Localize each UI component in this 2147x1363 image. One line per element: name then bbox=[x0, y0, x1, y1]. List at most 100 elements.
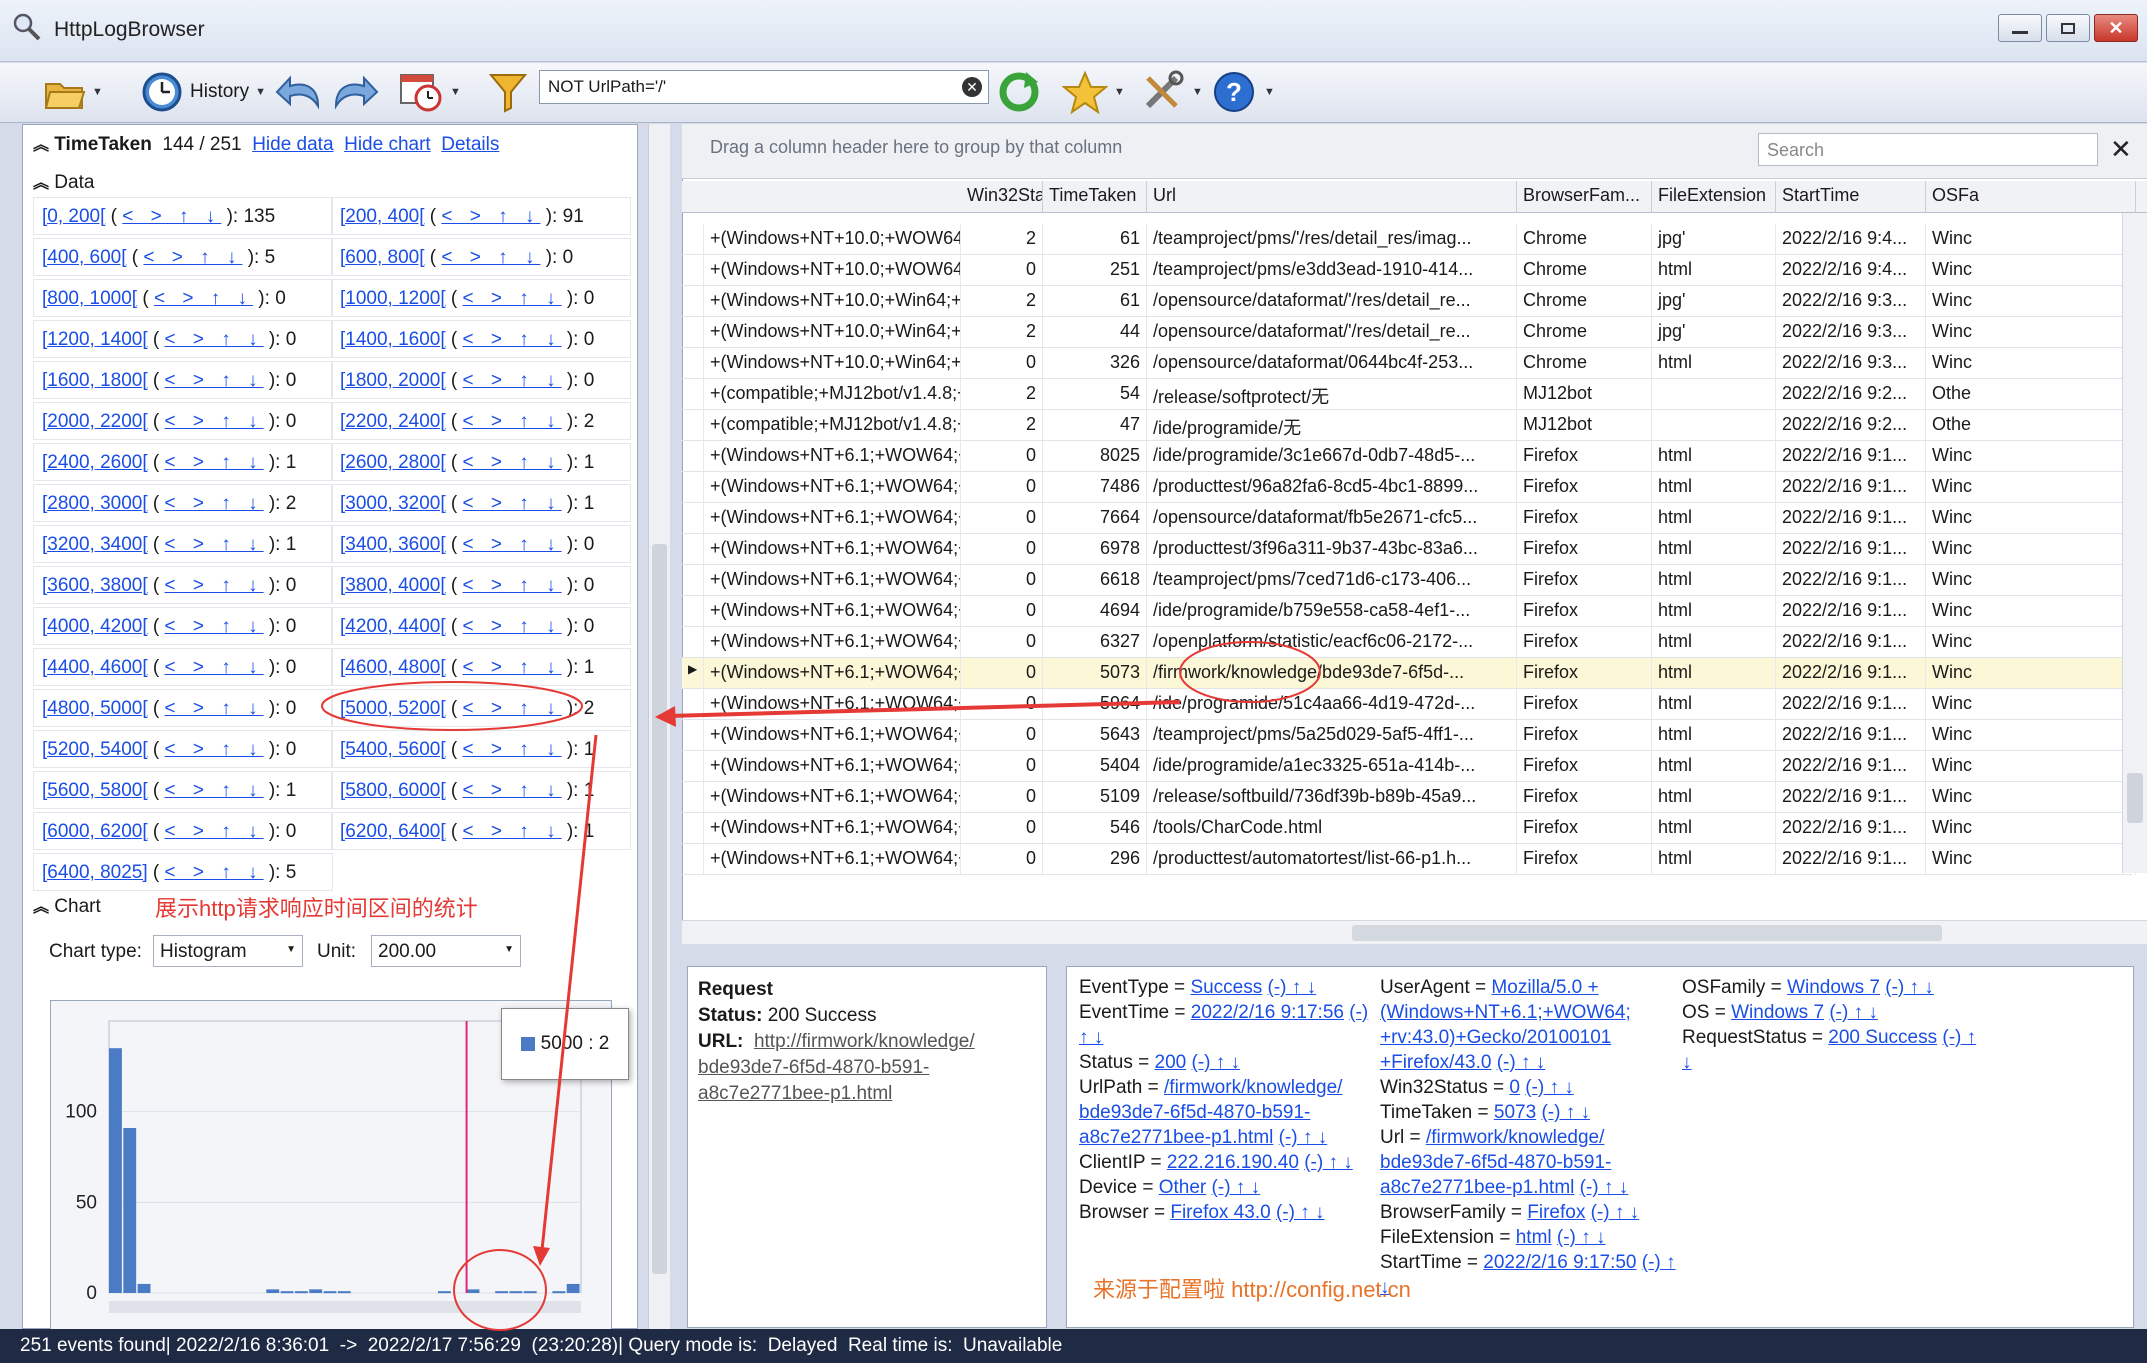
chart-type-select[interactable]: Histogram ▼ bbox=[153, 935, 303, 967]
property-nav-links[interactable]: (-) ↑ ↓ bbox=[1304, 1152, 1353, 1173]
histogram-bar[interactable] bbox=[109, 1048, 122, 1293]
table-row[interactable]: +(Windows+NT+10.0;+Win64;+x64)...244/ope… bbox=[682, 317, 2136, 348]
histogram-bar[interactable] bbox=[294, 1291, 308, 1294]
bin-range-link[interactable]: [6200, 6400[ bbox=[340, 821, 446, 842]
bin-nav-links[interactable]: < > ↑ ↓ bbox=[154, 288, 253, 309]
property-value-link[interactable]: 0 bbox=[1509, 1077, 1520, 1098]
bin-range-link[interactable]: [6400, 8025] bbox=[42, 862, 148, 883]
bin-nav-links[interactable]: < > ↑ ↓ bbox=[165, 452, 264, 473]
bin-nav-links[interactable]: < > ↑ ↓ bbox=[463, 411, 562, 432]
property-value-link[interactable]: 2022/2/16 9:17:50 bbox=[1483, 1252, 1636, 1273]
bin-nav-links[interactable]: < > ↑ ↓ bbox=[463, 493, 562, 514]
bin-nav-links[interactable]: < > ↑ ↓ bbox=[463, 657, 562, 678]
bin-nav-links[interactable]: < > ↑ ↓ bbox=[165, 862, 264, 883]
histogram-bar[interactable] bbox=[495, 1291, 509, 1294]
bin-range-link[interactable]: [6000, 6200[ bbox=[42, 821, 148, 842]
minimize-button[interactable] bbox=[1998, 14, 2042, 42]
hide-chart-link[interactable]: Hide chart bbox=[344, 134, 431, 155]
bin-nav-links[interactable]: < > ↑ ↓ bbox=[463, 616, 562, 637]
bin-range-link[interactable]: [3200, 3400[ bbox=[42, 534, 148, 555]
column-header[interactable]: BrowserFam... bbox=[1517, 181, 1652, 213]
close-window-button[interactable]: ✕ bbox=[2094, 14, 2138, 42]
data-section-header[interactable]: ︽ Data bbox=[33, 169, 94, 194]
scrollbar-thumb[interactable] bbox=[652, 544, 667, 1274]
histogram-bar[interactable] bbox=[323, 1291, 337, 1294]
table-row[interactable]: +(Windows+NT+6.1;+WOW64;+rv:43...06327/o… bbox=[682, 627, 2136, 658]
bin-range-link[interactable]: [4200, 4400[ bbox=[340, 616, 446, 637]
property-nav-links[interactable]: (-) ↑ ↓ bbox=[1497, 1052, 1546, 1073]
property-nav-links[interactable]: (-) ↑ ↓ bbox=[1268, 977, 1317, 998]
histogram-bar[interactable] bbox=[523, 1291, 537, 1294]
histogram-bar[interactable] bbox=[566, 1283, 580, 1293]
histogram-bar[interactable] bbox=[266, 1289, 280, 1293]
table-row[interactable]: +(Windows+NT+6.1;+WOW64;+rv:43...08025/i… bbox=[682, 441, 2136, 472]
histogram-bar[interactable] bbox=[437, 1291, 451, 1294]
bin-range-link[interactable]: [5000, 5200[ bbox=[340, 698, 446, 719]
grid-search-input[interactable]: Search bbox=[1758, 133, 2098, 166]
histogram-bar[interactable] bbox=[309, 1289, 323, 1293]
collapse-icon[interactable]: ︽ bbox=[33, 137, 49, 154]
bin-nav-links[interactable]: < > ↑ ↓ bbox=[463, 329, 562, 350]
property-value-link[interactable]: 200 Success bbox=[1828, 1027, 1937, 1048]
bin-nav-links[interactable]: < > ↑ ↓ bbox=[463, 288, 562, 309]
refresh-button[interactable] bbox=[996, 69, 1042, 115]
filter-button[interactable] bbox=[488, 69, 528, 115]
property-value-link[interactable]: Success bbox=[1190, 977, 1262, 998]
table-row[interactable]: +(Windows+NT+6.1;+WOW64;+rv:43...05643/t… bbox=[682, 720, 2136, 751]
bin-range-link[interactable]: [4800, 5000[ bbox=[42, 698, 148, 719]
bin-range-link[interactable]: [600, 800[ bbox=[340, 247, 425, 268]
bin-range-link[interactable]: [1600, 1800[ bbox=[42, 370, 148, 391]
histogram-bar[interactable] bbox=[123, 1127, 137, 1293]
table-row[interactable]: +(compatible;+MJ12bot/v1.4.8;+http:...25… bbox=[682, 379, 2136, 410]
bin-nav-links[interactable]: < > ↑ ↓ bbox=[165, 657, 264, 678]
property-value-link[interactable]: Firefox bbox=[1527, 1202, 1585, 1223]
property-value-link[interactable]: 200 bbox=[1155, 1052, 1187, 1073]
hide-data-link[interactable]: Hide data bbox=[252, 134, 333, 155]
bin-range-link[interactable]: [1000, 1200[ bbox=[340, 288, 446, 309]
table-row[interactable]: +(Windows+NT+10.0;+Win64;+x64)...0326/op… bbox=[682, 348, 2136, 379]
bin-nav-links[interactable]: < > ↑ ↓ bbox=[143, 247, 242, 268]
histogram-bar[interactable] bbox=[466, 1289, 480, 1293]
bin-range-link[interactable]: [4400, 4600[ bbox=[42, 657, 148, 678]
open-button[interactable]: ▼ bbox=[42, 69, 103, 115]
histogram-bar[interactable] bbox=[509, 1291, 523, 1294]
time-range-button[interactable]: ▼ bbox=[398, 69, 461, 115]
bin-nav-links[interactable]: < > ↑ ↓ bbox=[463, 452, 562, 473]
column-header[interactable]: FileExtension bbox=[1652, 181, 1776, 213]
history-button[interactable]: History ▼ bbox=[140, 69, 266, 115]
bin-nav-links[interactable]: < > ↑ ↓ bbox=[165, 616, 264, 637]
bin-nav-links[interactable]: < > ↑ ↓ bbox=[463, 534, 562, 555]
bin-range-link[interactable]: [5800, 6000[ bbox=[340, 780, 446, 801]
bin-nav-links[interactable]: < > ↑ ↓ bbox=[165, 493, 264, 514]
property-nav-links[interactable]: (-) ↑ ↓ bbox=[1192, 1052, 1241, 1073]
table-row[interactable]: +(Windows+NT+10.0;+Win64;+x64)...261/ope… bbox=[682, 286, 2136, 317]
table-row[interactable]: +(Windows+NT+6.1;+WOW64;+rv:43...06978/p… bbox=[682, 534, 2136, 565]
column-header[interactable]: Url bbox=[1147, 181, 1517, 213]
bin-range-link[interactable]: [3400, 3600[ bbox=[340, 534, 446, 555]
bin-nav-links[interactable]: < > ↑ ↓ bbox=[122, 206, 221, 227]
url-link-line[interactable]: http://firmwork/knowledge/ bbox=[754, 1031, 975, 1052]
forward-button[interactable] bbox=[330, 69, 380, 115]
bin-nav-links[interactable]: < > ↑ ↓ bbox=[463, 780, 562, 801]
bin-range-link[interactable]: [2000, 2200[ bbox=[42, 411, 148, 432]
url-link-line[interactable]: a8c7e2771bee-p1.html bbox=[698, 1083, 892, 1104]
bin-range-link[interactable]: [0, 200[ bbox=[42, 206, 105, 227]
back-button[interactable] bbox=[274, 69, 324, 115]
property-value-link[interactable]: Windows 7 bbox=[1787, 977, 1880, 998]
column-header[interactable]: Win32Sta... bbox=[961, 181, 1043, 213]
table-row[interactable]: +(Windows+NT+6.1;+WOW64;+rv:43...04694/i… bbox=[682, 596, 2136, 627]
histogram-bar[interactable] bbox=[552, 1291, 566, 1294]
column-header[interactable]: OSFa bbox=[1926, 181, 2136, 213]
property-nav-links[interactable]: (-) ↑ ↓ bbox=[1279, 1127, 1328, 1148]
bin-range-link[interactable]: [800, 1000[ bbox=[42, 288, 137, 309]
bin-range-link[interactable]: [1200, 1400[ bbox=[42, 329, 148, 350]
grid-vertical-scrollbar[interactable] bbox=[2122, 213, 2147, 873]
bin-range-link[interactable]: [5200, 5400[ bbox=[42, 739, 148, 760]
table-row[interactable]: +(Windows+NT+6.1;+WOW64;+rv:43...07486/p… bbox=[682, 472, 2136, 503]
property-value-link[interactable]: 5073 bbox=[1494, 1102, 1536, 1123]
help-button[interactable]: ? ▼ bbox=[1212, 69, 1275, 115]
property-value-link[interactable]: Windows 7 bbox=[1731, 1002, 1824, 1023]
grid-horizontal-scrollbar[interactable] bbox=[682, 920, 2147, 944]
bin-range-link[interactable]: [3800, 4000[ bbox=[340, 575, 446, 596]
bin-nav-links[interactable]: < > ↑ ↓ bbox=[441, 247, 540, 268]
